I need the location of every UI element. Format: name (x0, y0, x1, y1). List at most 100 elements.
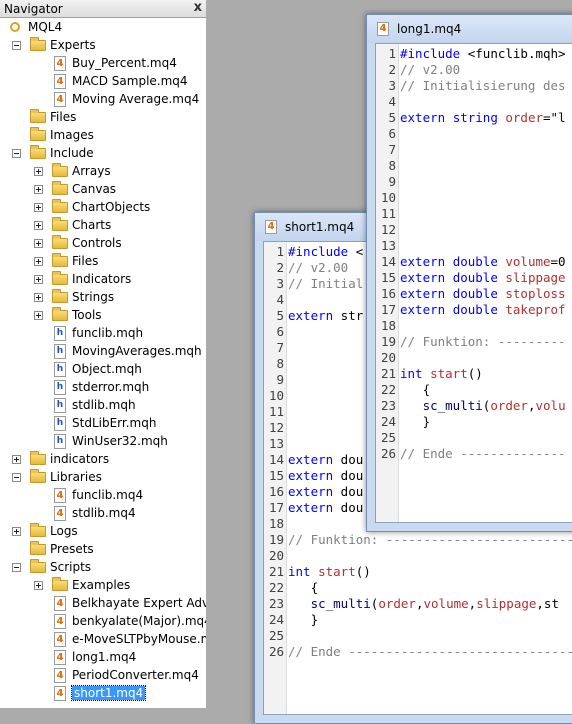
tree-item[interactable]: 4 PeriodConverter.mq4 (0, 666, 206, 684)
tree-item-label: Strings (72, 290, 115, 304)
tree-item[interactable]: Controls (0, 234, 206, 252)
collapse-icon[interactable] (12, 473, 21, 482)
mq4-file-icon: 4 (54, 632, 66, 647)
collapse-icon[interactable] (12, 149, 21, 158)
tree-item[interactable]: 4 e-MoveSLTPbyMouse.m (0, 630, 206, 648)
tree-item[interactable]: Charts (0, 216, 206, 234)
tree-item[interactable]: 4 Moving Average.mq4 (0, 90, 206, 108)
folder-icon (30, 451, 46, 465)
tree-item[interactable]: 4 short1.mq4 (0, 684, 206, 702)
collapse-icon[interactable] (12, 41, 21, 50)
tree-item[interactable]: Presets (0, 540, 206, 558)
code-text: #include <funclib.mqh> (400, 46, 566, 61)
tree-item-label: Moving Average.mq4 (72, 92, 200, 106)
code-text: sc_multi(order,volu (422, 398, 566, 413)
line-number: 17 (380, 302, 396, 317)
expand-icon[interactable] (34, 257, 43, 266)
folder-icon (52, 577, 68, 591)
tree-item[interactable]: Libraries (0, 468, 206, 486)
code-editor[interactable]: 1 #include <funclib.mqh> 2 // v2.00 3 // Init… (375, 43, 572, 523)
tree-item[interactable]: MQL4 (0, 18, 206, 36)
mdi-workspace: 4 short1.mq4 1 #include < 2 // v2.00 3 // Ini… (206, 0, 572, 724)
tree-item[interactable]: h stderror.mqh (0, 378, 206, 396)
tree-item[interactable]: Files (0, 252, 206, 270)
tree-item-label: Canvas (72, 182, 117, 196)
tree-item[interactable]: Scripts (0, 558, 206, 576)
tree-item[interactable]: ChartObjects (0, 198, 206, 216)
tree-item[interactable]: Arrays (0, 162, 206, 180)
tree-item[interactable]: Files (0, 108, 206, 126)
expand-icon[interactable] (34, 239, 43, 248)
code-text: // Initialisierung des (400, 78, 566, 93)
mq4-file-icon: 4 (265, 220, 277, 234)
close-icon[interactable]: x (194, 0, 202, 15)
mq4-file-icon: 4 (377, 22, 389, 36)
window-titlebar[interactable]: 4 long1.mq4 (367, 15, 572, 43)
line-number: 12 (380, 222, 396, 237)
line-number: 22 (380, 382, 396, 397)
code-text: extern str (288, 308, 364, 323)
expand-icon[interactable] (34, 221, 43, 230)
tree-item[interactable]: 4 funclib.mq4 (0, 486, 206, 504)
tree-item[interactable]: Strings (0, 288, 206, 306)
line-number: 18 (268, 516, 284, 531)
expand-icon[interactable] (12, 527, 21, 536)
line-number: 24 (268, 612, 284, 627)
line-number: 14 (268, 452, 284, 467)
line-number: 1 (276, 244, 284, 259)
expand-icon[interactable] (34, 185, 43, 194)
expand-icon[interactable] (34, 311, 43, 320)
tree-item[interactable]: 4 long1.mq4 (0, 648, 206, 666)
line-number: 21 (380, 366, 396, 381)
expand-icon[interactable] (34, 203, 43, 212)
code-text: { (288, 580, 319, 595)
tree-item[interactable]: indicators (0, 450, 206, 468)
mq4-file-icon: 4 (54, 488, 66, 503)
expand-icon[interactable] (34, 581, 43, 590)
tree-item[interactable]: 4 benkyalate(Major).mq4 (0, 612, 206, 630)
tree-item-label: e-MoveSLTPbyMouse.m (72, 632, 206, 646)
tree-item[interactable]: Images (0, 126, 206, 144)
tree-item[interactable]: Tools (0, 306, 206, 324)
tree-item[interactable]: Include (0, 144, 206, 162)
tree-item-label: PeriodConverter.mq4 (72, 668, 199, 682)
folder-icon (52, 307, 68, 321)
tree-item[interactable]: 4 Belkhayate Expert Adviso (0, 594, 206, 612)
tree-item[interactable]: h MovingAverages.mqh (0, 342, 206, 360)
tree-item[interactable]: h WinUser32.mqh (0, 432, 206, 450)
mq4-file-icon: 4 (54, 668, 66, 683)
code-text: #include < (288, 244, 364, 259)
tree-item-label: funclib.mq4 (72, 488, 144, 502)
tree-item-label: Files (50, 110, 77, 124)
tree-item[interactable]: h Object.mqh (0, 360, 206, 378)
tree-item[interactable]: Experts (0, 36, 206, 54)
tree-item[interactable]: 4 stdlib.mq4 (0, 504, 206, 522)
tree-item[interactable]: h stdlib.mqh (0, 396, 206, 414)
code-text: } (400, 414, 431, 429)
mqh-file-icon: h (54, 344, 66, 359)
code-text: // v2.00 (400, 62, 461, 77)
tree-item[interactable]: 4 MACD Sample.mq4 (0, 72, 206, 90)
line-number: 10 (268, 388, 284, 403)
folder-icon (52, 181, 68, 195)
tree-item[interactable]: Examples (0, 576, 206, 594)
editor-window-long1[interactable]: 4 long1.mq4 1 #include <funclib.mqh> 2 // v… (366, 14, 572, 532)
collapse-icon[interactable] (12, 563, 21, 572)
code-text: extern dou (288, 484, 364, 499)
tree-item[interactable]: h StdLibErr.mqh (0, 414, 206, 432)
mq4-file-icon: 4 (54, 92, 66, 107)
tree-item[interactable]: Canvas (0, 180, 206, 198)
tree-item[interactable]: 4 Buy_Percent.mq4 (0, 54, 206, 72)
tree-item-label: Tools (72, 308, 102, 322)
folder-icon (52, 271, 68, 285)
code-text: sc_multi(order,volume,slippage,st (310, 596, 559, 611)
tree-item-label: MACD Sample.mq4 (72, 74, 188, 88)
expand-icon[interactable] (34, 293, 43, 302)
expand-icon[interactable] (34, 275, 43, 284)
tree-item[interactable]: Indicators (0, 270, 206, 288)
tree-item-label: benkyalate(Major).mq4 (72, 614, 206, 628)
expand-icon[interactable] (34, 167, 43, 176)
tree-item[interactable]: h funclib.mqh (0, 324, 206, 342)
tree-item[interactable]: Logs (0, 522, 206, 540)
expand-icon[interactable] (12, 455, 21, 464)
